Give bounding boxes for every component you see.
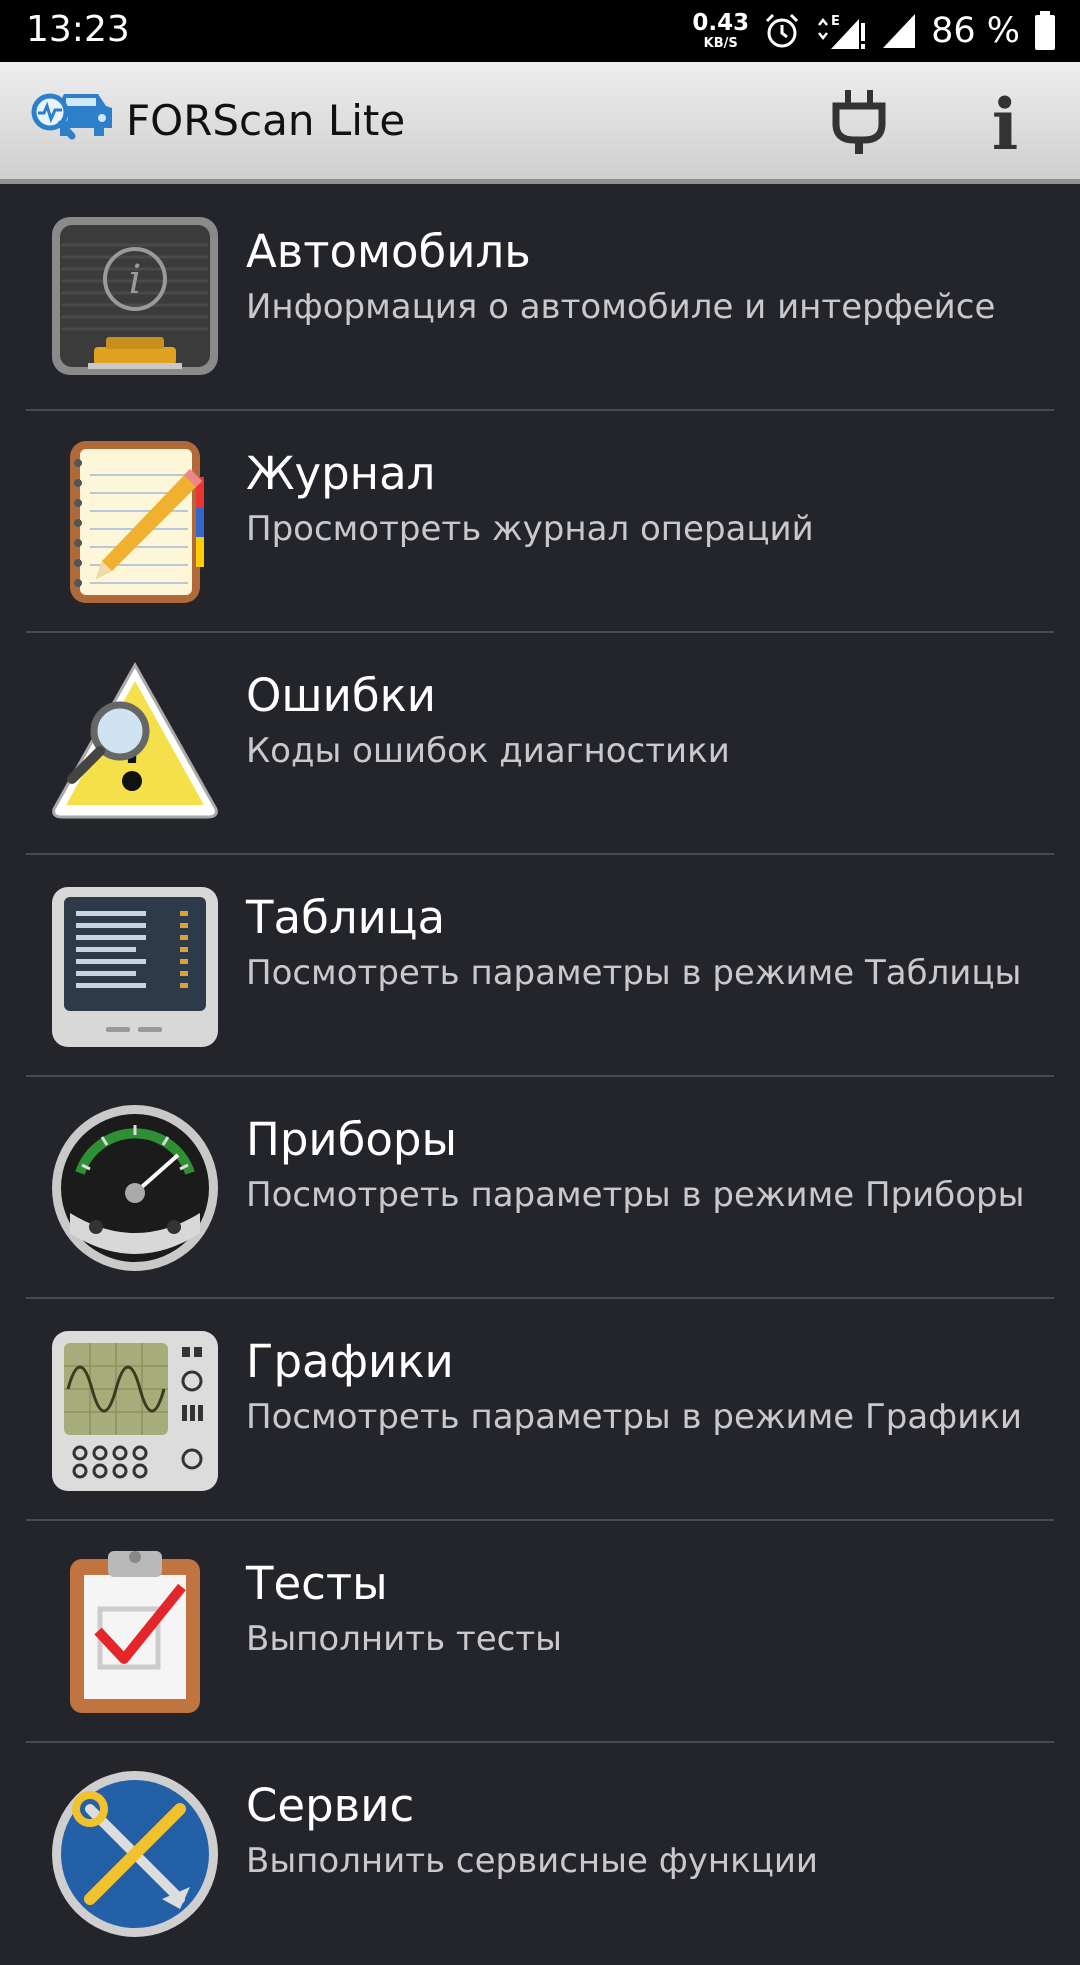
- status-bar: 13:23 0.43 KB/S E 86 %: [0, 0, 1080, 62]
- network-type-label: E: [831, 14, 840, 29]
- vehicle-info-icon: i: [50, 215, 220, 385]
- connect-button[interactable]: [824, 90, 894, 160]
- svg-text:i: i: [129, 257, 142, 303]
- menu-item-subtitle: Выполнить тесты: [246, 1619, 562, 1659]
- menu-item-title: Графики: [246, 1335, 454, 1388]
- menu-item-title: Автомобиль: [246, 225, 531, 278]
- menu-item-graphs[interactable]: Графики Посмотреть параметры в режиме Гр…: [0, 1299, 1080, 1521]
- info-icon: i: [991, 83, 1019, 166]
- notepad-pencil-icon: [50, 437, 220, 607]
- menu-item-title: Приборы: [246, 1113, 458, 1166]
- menu-item-table[interactable]: Таблица Посмотреть параметры в режиме Та…: [0, 855, 1080, 1077]
- alarm-icon: [763, 12, 801, 50]
- battery-icon: [1034, 11, 1056, 51]
- menu-item-title: Сервис: [246, 1779, 415, 1832]
- menu-item-subtitle: Информация о автомобиле и интерфейсе: [246, 287, 996, 327]
- menu-item-errors[interactable]: Ошибки Коды ошибок диагностики: [0, 633, 1080, 855]
- status-icons: 0.43 KB/S E 86 %: [692, 6, 1056, 56]
- menu-item-log[interactable]: Журнал Просмотреть журнал операций: [0, 411, 1080, 633]
- signal-icon: [881, 12, 917, 50]
- app-bar: FORScan Lite i: [0, 62, 1080, 184]
- network-speed: 0.43 KB/S: [692, 10, 750, 51]
- info-button[interactable]: i: [970, 90, 1040, 160]
- status-time: 13:23: [26, 9, 130, 50]
- menu-item-title: Журнал: [246, 447, 436, 500]
- menu-item-subtitle: Коды ошибок диагностики: [246, 731, 730, 771]
- menu-item-subtitle: Выполнить сервисные функции: [246, 1841, 819, 1881]
- battery-percent: 86 %: [931, 11, 1020, 51]
- warning-magnifier-icon: [50, 659, 220, 829]
- signal-e-icon: E: [815, 11, 867, 51]
- menu-item-gauges[interactable]: Приборы Посмотреть параметры в режиме Пр…: [0, 1077, 1080, 1299]
- app-title: FORScan Lite: [126, 96, 406, 145]
- menu-item-subtitle: Просмотреть журнал операций: [246, 509, 814, 549]
- oscilloscope-icon: [50, 1325, 220, 1495]
- menu-item-subtitle: Посмотреть параметры в режиме Графики: [246, 1397, 1022, 1437]
- plug-icon: [831, 90, 887, 160]
- car-diagnostics-icon: [28, 84, 116, 154]
- service-tools-icon: [50, 1769, 220, 1939]
- menu-item-title: Таблица: [246, 891, 446, 944]
- menu-item-tests[interactable]: Тесты Выполнить тесты: [0, 1521, 1080, 1743]
- table-monitor-icon: [50, 881, 220, 1051]
- network-speed-value: 0.43: [692, 10, 750, 36]
- menu-item-subtitle: Посмотреть параметры в режиме Таблицы: [246, 953, 1022, 993]
- gauge-icon: [50, 1103, 220, 1273]
- network-speed-unit: KB/S: [703, 36, 738, 51]
- menu-item-service[interactable]: Сервис Выполнить сервисные функции: [0, 1743, 1080, 1965]
- clipboard-check-icon: [50, 1547, 220, 1717]
- menu-item-title: Тесты: [246, 1557, 388, 1610]
- main-menu: i Автомобиль Информация о автомобиле и и…: [0, 189, 1080, 1965]
- menu-item-vehicle[interactable]: i Автомобиль Информация о автомобиле и и…: [0, 189, 1080, 411]
- menu-item-subtitle: Посмотреть параметры в режиме Приборы: [246, 1175, 1025, 1215]
- menu-item-title: Ошибки: [246, 669, 437, 722]
